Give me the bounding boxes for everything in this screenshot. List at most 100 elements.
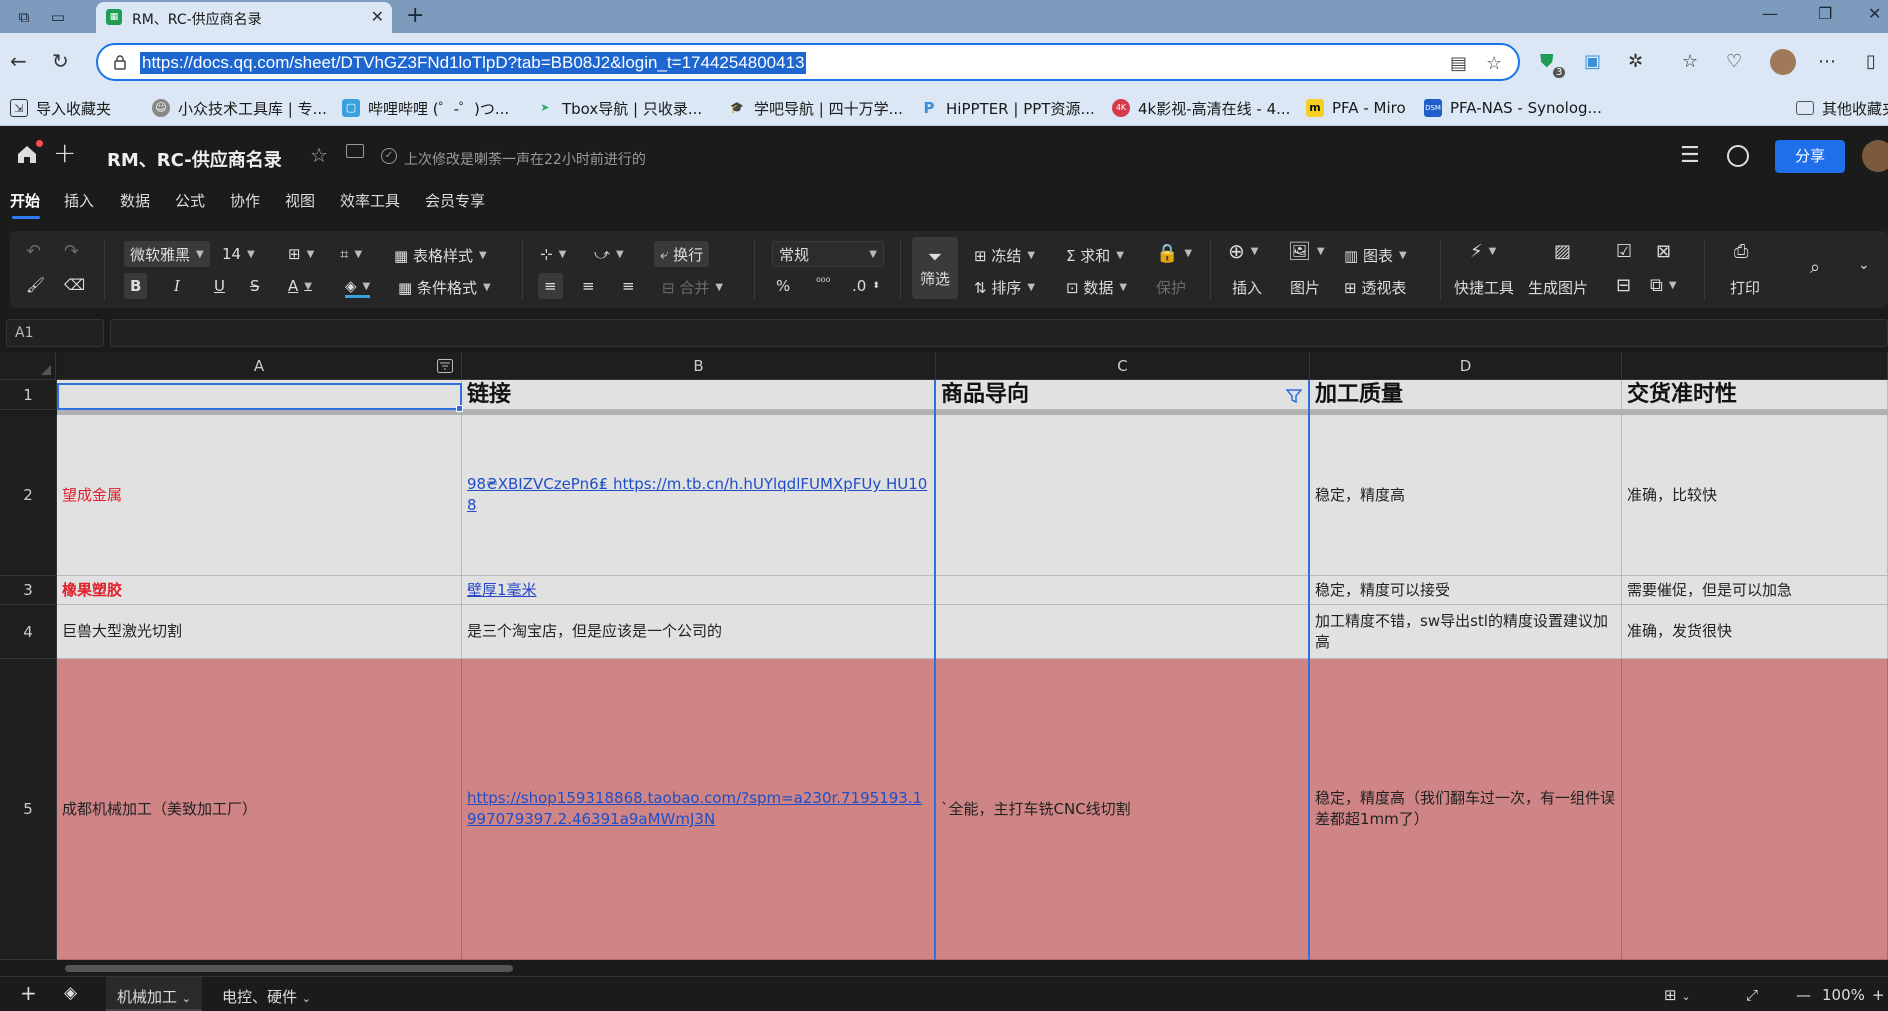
collapse-toolbar-icon[interactable]: ⌄ xyxy=(1858,257,1870,273)
zoom-in-icon[interactable]: + xyxy=(1872,986,1885,1004)
cell-e1[interactable]: 交货准时性 xyxy=(1622,380,1888,410)
insert-button[interactable]: 插入 xyxy=(1232,277,1262,298)
browser-tab-active[interactable]: ▦ RM、RC-供应商名录 ✕ xyxy=(96,2,392,33)
wrap-button[interactable]: ⤶ 换行 xyxy=(654,241,710,267)
minimize-icon[interactable]: — xyxy=(1762,4,1778,23)
add-sheet-icon[interactable]: + xyxy=(20,981,37,1005)
checkbox-icon[interactable]: ☑ xyxy=(1616,241,1632,262)
shield-extension-icon[interactable]: ⛊ xyxy=(1540,51,1554,72)
tab-view[interactable]: 视图 xyxy=(285,190,315,211)
cell-c1[interactable]: 商品导向 xyxy=(936,380,1310,410)
active-filter-icon[interactable] xyxy=(1286,389,1302,403)
profile-avatar[interactable] xyxy=(1770,49,1796,75)
search-icon[interactable]: ⌕ xyxy=(1810,257,1820,278)
favorite-star-icon[interactable]: ☆ xyxy=(1486,53,1502,74)
strikethrough-icon[interactable]: S xyxy=(250,277,260,295)
share-button[interactable]: 分享 xyxy=(1775,140,1845,173)
zoom-level[interactable]: 100% xyxy=(1822,986,1865,1004)
new-tab-icon[interactable]: + xyxy=(406,3,424,28)
conditional-format-button[interactable]: ▦ 条件格式 ▼ xyxy=(398,277,491,298)
align-center-icon[interactable]: ≡ xyxy=(582,277,595,295)
tab-actions-icon[interactable]: ▭ xyxy=(48,7,68,27)
row-header-2[interactable]: 2 xyxy=(0,415,57,576)
align-left-icon[interactable]: ≡ xyxy=(538,273,563,299)
underline-icon[interactable]: U xyxy=(214,277,225,295)
bookmark-item[interactable]: P HiPPTER | PPT资源... xyxy=(920,98,1095,118)
cell-a2[interactable]: 望成金属 xyxy=(57,415,462,576)
lock-icon[interactable]: 🔒 ▼ xyxy=(1156,243,1192,264)
more-icon[interactable]: ⋯ xyxy=(1818,51,1836,72)
italic-icon[interactable]: I xyxy=(174,277,180,295)
bold-icon[interactable]: B xyxy=(124,273,148,299)
cell-c4[interactable] xyxy=(936,605,1310,659)
cell-b5[interactable]: https://shop159318868.taobao.com/?spm=a2… xyxy=(462,659,936,960)
cell-c5[interactable]: `全能，主打车铣CNC线切割 xyxy=(936,659,1310,960)
extensions-icon[interactable]: ✲ xyxy=(1628,51,1643,72)
insert-plus-icon[interactable]: ⊕ ▼ xyxy=(1228,239,1258,263)
undo-icon[interactable]: ↶ xyxy=(26,241,41,262)
sheet-tab-electrical[interactable]: 电控、硬件 ⌄ xyxy=(222,986,311,1007)
name-box[interactable]: A1 xyxy=(6,319,104,347)
cross-box-icon[interactable]: ⊠ xyxy=(1656,241,1671,262)
column-header-a[interactable]: A xyxy=(57,352,462,380)
gen-image-icon[interactable]: ▨ xyxy=(1554,241,1571,262)
split-icon[interactable]: ⊟ xyxy=(1616,275,1631,296)
insert-row-col-icon[interactable]: ⊹ ▼ xyxy=(540,245,566,263)
cell-d1[interactable]: 加工质量 xyxy=(1310,380,1622,410)
row-header-3[interactable]: 3 xyxy=(0,576,57,605)
lightning-icon[interactable]: ⚡ ▼ xyxy=(1470,241,1496,262)
select-all-corner[interactable] xyxy=(0,352,56,380)
cell-c3[interactable] xyxy=(936,576,1310,605)
translate-extension-icon[interactable]: ▣ xyxy=(1584,51,1601,72)
cell-a5[interactable]: 成都机械加工（美致加工厂） xyxy=(57,659,462,960)
new-doc-icon[interactable]: + xyxy=(53,136,76,169)
row-header-1[interactable]: 1 xyxy=(0,380,57,410)
workspaces-icon[interactable]: ⧉ xyxy=(14,7,34,27)
data-button[interactable]: ⊡ 数据 ▼ xyxy=(1066,277,1127,298)
cell-size-icon[interactable]: ⌗ ▼ xyxy=(340,245,362,263)
cell-d5[interactable]: 稳定，精度高（我们翻车过一次，有一组件误差都超1mm了） xyxy=(1310,659,1622,960)
filter-button[interactable]: ⏷ 筛选 xyxy=(912,237,958,299)
reload-icon[interactable]: ↻ xyxy=(52,49,69,73)
bookmark-item[interactable]: ▢ 哔哩哔哩 (゜-゜)つ... xyxy=(342,98,509,118)
format-painter-icon[interactable]: 🖌 xyxy=(26,276,45,294)
bookmark-item[interactable]: ➤ Tbox导航 | 只收录... xyxy=(536,98,702,118)
cell-b2[interactable]: 98₴XBIZVCzePn6₤ https://m.tb.cn/h.hUYlqd… xyxy=(462,415,936,576)
sort-button[interactable]: ⇅ 排序 ▼ xyxy=(974,277,1035,298)
horizontal-scrollbar[interactable] xyxy=(57,960,1888,976)
column-header-c[interactable]: C xyxy=(936,352,1310,380)
doc-title[interactable]: RM、RC-供应商名录 xyxy=(107,146,282,172)
cell-c2[interactable] xyxy=(936,415,1310,576)
favorites-icon[interactable]: ☆ xyxy=(1682,51,1698,72)
cell-d4[interactable]: 加工精度不错，sw导出stl的精度设置建议加高 xyxy=(1310,605,1622,659)
folder-icon[interactable] xyxy=(346,144,364,158)
text-rotate-icon[interactable]: ⤻ ▼ xyxy=(594,245,624,263)
cell-d2[interactable]: 稳定，精度高 xyxy=(1310,415,1622,576)
fullscreen-icon[interactable]: ⤢ xyxy=(1746,986,1758,1004)
cell-b3[interactable]: 壁厚1毫米 xyxy=(462,576,936,605)
bookmark-item[interactable]: ☺ 小众技术工具库 | 专... xyxy=(152,98,327,118)
image-button[interactable]: 图片 xyxy=(1290,277,1320,298)
back-icon[interactable]: ← xyxy=(10,49,27,73)
fill-handle[interactable] xyxy=(456,405,463,412)
protect-button[interactable]: 保护 xyxy=(1156,277,1186,298)
close-tab-icon[interactable]: ✕ xyxy=(371,7,384,26)
scrollbar-thumb[interactable] xyxy=(65,965,513,972)
tab-data[interactable]: 数据 xyxy=(120,190,150,211)
bookmark-item[interactable]: 4K 4k影视-高清在线 - 4... xyxy=(1112,98,1290,118)
font-color-icon[interactable]: A ▼ xyxy=(288,277,312,295)
gen-image-button[interactable]: 生成图片 xyxy=(1528,277,1588,298)
filter-menu-icon[interactable] xyxy=(437,359,453,373)
close-window-icon[interactable]: ✕ xyxy=(1868,4,1881,23)
url-text[interactable]: https://docs.qq.com/sheet/DTVhGZ3FNd1loT… xyxy=(140,52,807,74)
decimal-button[interactable]: .0 ⬍ xyxy=(852,277,880,295)
home-icon[interactable] xyxy=(16,144,38,164)
chart-button[interactable]: ▥ 图表 ▼ xyxy=(1344,245,1407,266)
tab-member[interactable]: 会员专享 xyxy=(425,190,485,211)
sheet-list-icon[interactable]: ◈ xyxy=(64,983,77,1003)
borders-icon[interactable]: ⊞ ▼ xyxy=(288,245,314,263)
cell-a3[interactable]: 橡果塑胶 xyxy=(57,576,462,605)
percent-button[interactable]: % xyxy=(776,277,790,295)
font-name-select[interactable]: 微软雅黑 ▼ xyxy=(124,241,210,267)
sidebar-icon[interactable]: ▯ xyxy=(1866,51,1876,72)
